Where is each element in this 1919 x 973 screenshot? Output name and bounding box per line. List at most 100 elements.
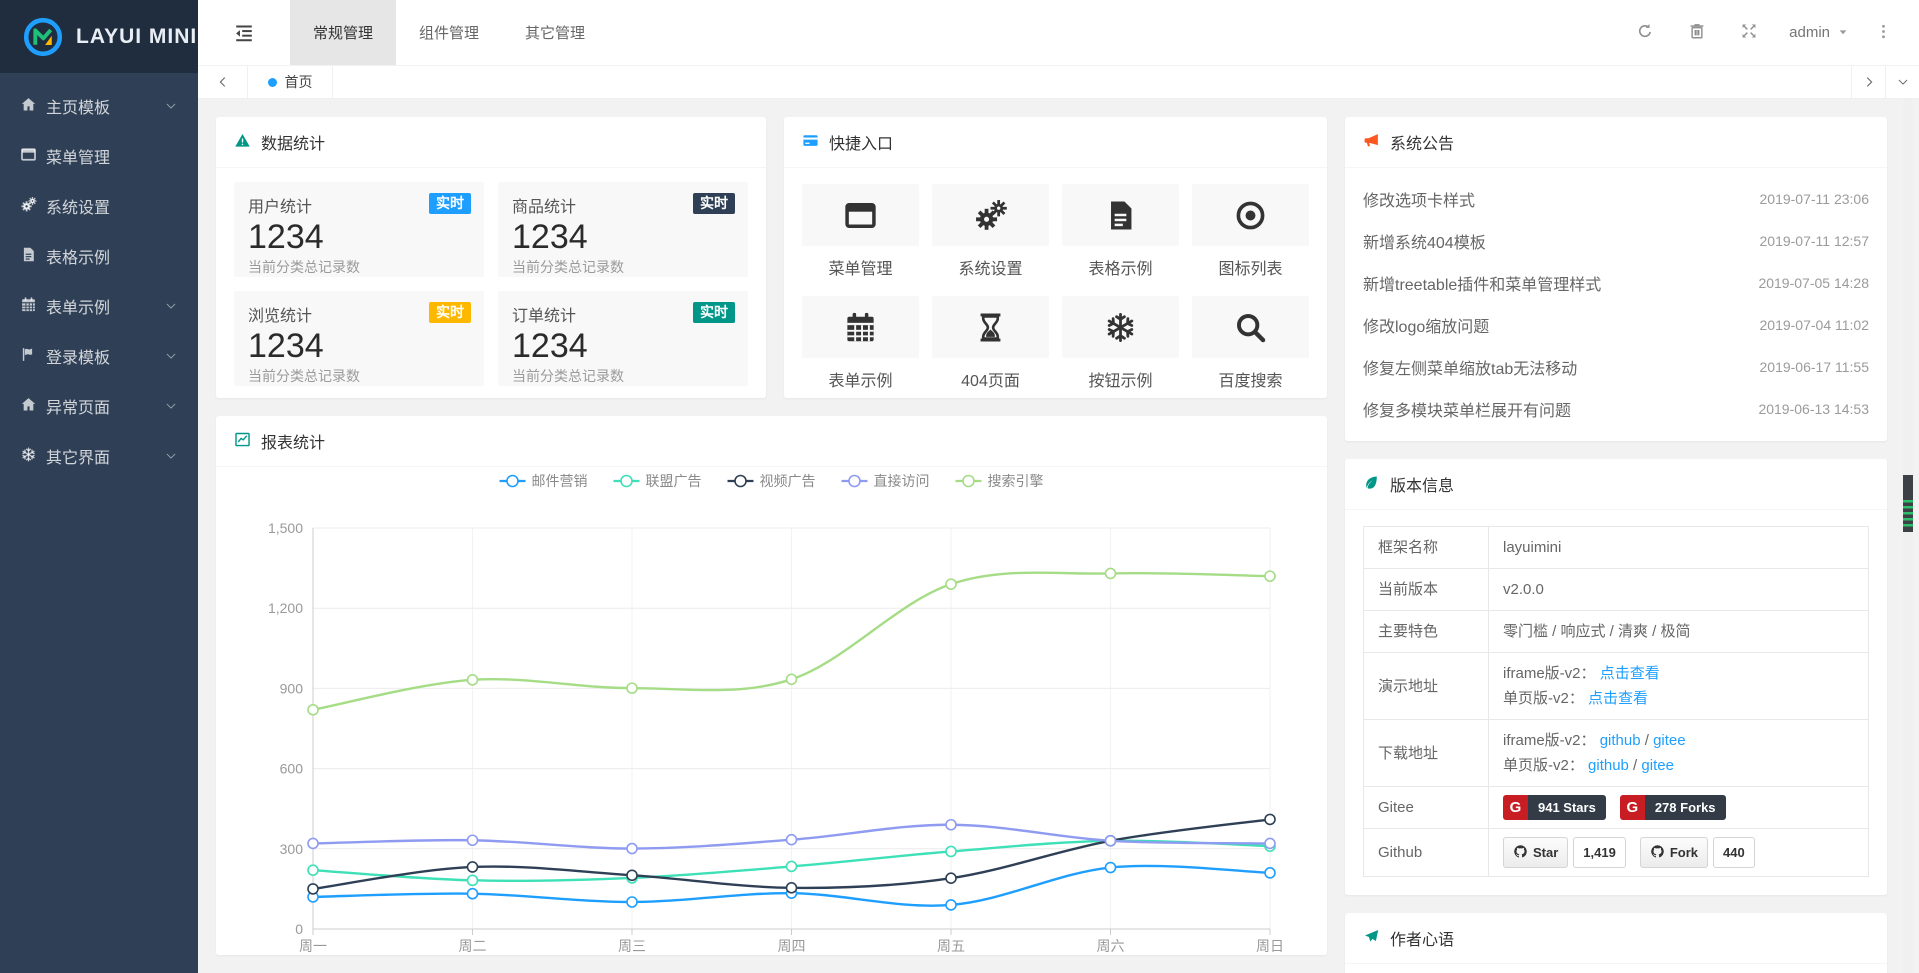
- chevron-down-icon: [164, 298, 178, 314]
- announcement-date: 2019-07-04 11:02: [1760, 317, 1870, 333]
- sidebar: LAYUI MINI 主页模板 菜单管理 系统设置 表格示例 表单示例 登录模板…: [0, 0, 198, 973]
- sidebar-collapse-button[interactable]: [198, 0, 290, 65]
- clear-cache-button[interactable]: [1671, 22, 1723, 43]
- home-icon: [20, 96, 46, 116]
- tab-home[interactable]: 首页: [248, 66, 333, 98]
- version-link[interactable]: gitee: [1653, 732, 1686, 749]
- github-icon: [1650, 840, 1665, 865]
- svg-text:周日: 周日: [1256, 938, 1284, 954]
- module-tab[interactable]: 组件管理: [396, 0, 502, 65]
- svg-text:周四: 周四: [778, 938, 806, 954]
- more-menu-button[interactable]: [1863, 23, 1903, 43]
- version-link[interactable]: 点击查看: [1588, 690, 1648, 707]
- gitee-badge[interactable]: G941 Stars: [1503, 795, 1606, 820]
- scrollbar-thumb[interactable]: [1903, 475, 1913, 532]
- cogs-icon: [932, 184, 1049, 246]
- announcements-list: 修改选项卡样式 2019-07-11 23:06新增系统404模板 2019-0…: [1345, 168, 1887, 440]
- sidebar-menu: 主页模板 菜单管理 系统设置 表格示例 表单示例 登录模板 异常页面 其它界面: [0, 73, 198, 481]
- vertical-scrollbar[interactable]: [1903, 99, 1913, 973]
- sidebar-item-cogs[interactable]: 系统设置: [0, 181, 198, 231]
- chevron-down-icon: [164, 448, 178, 464]
- hourglass-icon: [932, 296, 1049, 358]
- stats-card: 数据统计 用户统计 1234 当前分类总记录数 实时商品统计 1234 当前分类…: [216, 117, 766, 398]
- gitee-badge[interactable]: G278 Forks: [1620, 795, 1726, 820]
- github-count: 1,419: [1573, 837, 1626, 868]
- user-dropdown[interactable]: admin: [1775, 24, 1863, 41]
- snowflake-icon: [20, 446, 46, 466]
- file-icon: [1062, 184, 1179, 246]
- sidebar-item-label: 表单示例: [46, 294, 110, 318]
- stat-desc: 当前分类总记录数: [248, 366, 470, 386]
- sidebar-item-calendar[interactable]: 表单示例: [0, 281, 198, 331]
- warning-triangle-icon: [234, 132, 251, 152]
- sidebar-item-label: 主页模板: [46, 94, 110, 118]
- announcement-row: 修改选项卡样式 2019-07-11 23:06: [1363, 178, 1869, 220]
- quick-entry-snowflake[interactable]: 按钮示例: [1062, 296, 1179, 391]
- module-tab[interactable]: 其它管理: [502, 0, 608, 65]
- announcements-header: 系统公告: [1345, 117, 1887, 168]
- quick-entry-label: 百度搜索: [1192, 367, 1309, 391]
- announcement-date: 2019-07-11 12:57: [1760, 233, 1870, 249]
- quick-entry-calendar[interactable]: 表单示例: [802, 296, 919, 391]
- stat-desc: 当前分类总记录数: [248, 257, 470, 277]
- stat-badge: 实时: [693, 302, 735, 323]
- refresh-button[interactable]: [1619, 22, 1671, 43]
- stat-badge: 实时: [693, 193, 735, 214]
- github-fork-widget[interactable]: Fork440: [1640, 837, 1755, 868]
- tabs-scroll-right-button[interactable]: [1851, 66, 1885, 98]
- version-row-label: 主要特色: [1364, 611, 1489, 653]
- stat-badge: 实时: [429, 193, 471, 214]
- quick-entry-hourglass[interactable]: 404页面: [932, 296, 1049, 391]
- sidebar-item-window[interactable]: 菜单管理: [0, 131, 198, 181]
- chart-line-icon: [234, 431, 251, 451]
- report-chart-svg: 03006009001,2001,500周一周二周三周四周五周六周日邮件营销联盟…: [234, 467, 1309, 955]
- tabs-menu-button[interactable]: [1885, 66, 1919, 98]
- version-row: 下载地址iframe版-v2： github / gitee单页版-v2： gi…: [1364, 720, 1869, 787]
- sidebar-item-file[interactable]: 表格示例: [0, 231, 198, 281]
- announcements-title: 系统公告: [1390, 130, 1454, 154]
- version-link-line: iframe版-v2： 点击查看: [1503, 661, 1854, 686]
- quick-card-title: 快捷入口: [829, 130, 893, 154]
- quick-entry-window[interactable]: 菜单管理: [802, 184, 919, 279]
- sidebar-item-home[interactable]: 异常页面: [0, 381, 198, 431]
- chevron-down-icon: [164, 398, 178, 414]
- sidebar-item-label: 异常页面: [46, 394, 110, 418]
- quick-entry-label: 系统设置: [932, 255, 1049, 279]
- stats-card-header: 数据统计: [216, 117, 766, 168]
- announcement-row: 新增系统404模板 2019-07-11 12:57: [1363, 220, 1869, 262]
- module-tab[interactable]: 常规管理: [290, 0, 396, 65]
- fullscreen-button[interactable]: [1723, 22, 1775, 43]
- stats-card-title: 数据统计: [261, 130, 325, 154]
- github-star-widget[interactable]: Star1,419: [1503, 837, 1626, 868]
- version-link[interactable]: github: [1588, 757, 1629, 774]
- version-link[interactable]: gitee: [1641, 757, 1674, 774]
- quick-entry-file[interactable]: 表格示例: [1062, 184, 1179, 279]
- version-link[interactable]: github: [1600, 732, 1641, 749]
- quick-entry-dot-circle[interactable]: 图标列表: [1192, 184, 1309, 279]
- svg-text:周六: 周六: [1097, 938, 1125, 954]
- report-chart-card: 报表统计 03006009001,2001,500周一周二周三周四周五周六周日邮…: [216, 416, 1327, 955]
- content-main-column: 数据统计 用户统计 1234 当前分类总记录数 实时商品统计 1234 当前分类…: [216, 117, 1327, 955]
- stat-value: 1234: [248, 326, 470, 366]
- github-count: 440: [1713, 837, 1755, 868]
- version-link[interactable]: 点击查看: [1600, 665, 1660, 682]
- module-tabs: 常规管理组件管理其它管理: [290, 0, 608, 65]
- sidebar-item-flag[interactable]: 登录模板: [0, 331, 198, 381]
- announcement-row: 修改logo缩放问题 2019-07-04 11:02: [1363, 304, 1869, 346]
- sidebar-item-snowflake[interactable]: 其它界面: [0, 431, 198, 481]
- author-title: 作者心语: [1390, 926, 1454, 950]
- stat-badge: 实时: [429, 302, 471, 323]
- tabs-scroll-left-button[interactable]: [198, 66, 248, 98]
- cogs-icon: [20, 196, 46, 216]
- version-row-label: 当前版本: [1364, 569, 1489, 611]
- svg-text:周三: 周三: [618, 938, 646, 954]
- quick-entry-label: 表格示例: [1062, 255, 1179, 279]
- dot-circle-icon: [1192, 184, 1309, 246]
- announcement-date: 2019-07-11 23:06: [1760, 191, 1870, 207]
- quick-entry-search[interactable]: 百度搜索: [1192, 296, 1309, 391]
- quick-entry-cogs[interactable]: 系统设置: [932, 184, 1049, 279]
- announcement-row: 修复多模块菜单栏展开有问题 2019-06-13 14:53: [1363, 388, 1869, 430]
- quick-entry-label: 按钮示例: [1062, 367, 1179, 391]
- svg-text:视频广告: 视频广告: [760, 473, 816, 489]
- sidebar-item-home[interactable]: 主页模板: [0, 81, 198, 131]
